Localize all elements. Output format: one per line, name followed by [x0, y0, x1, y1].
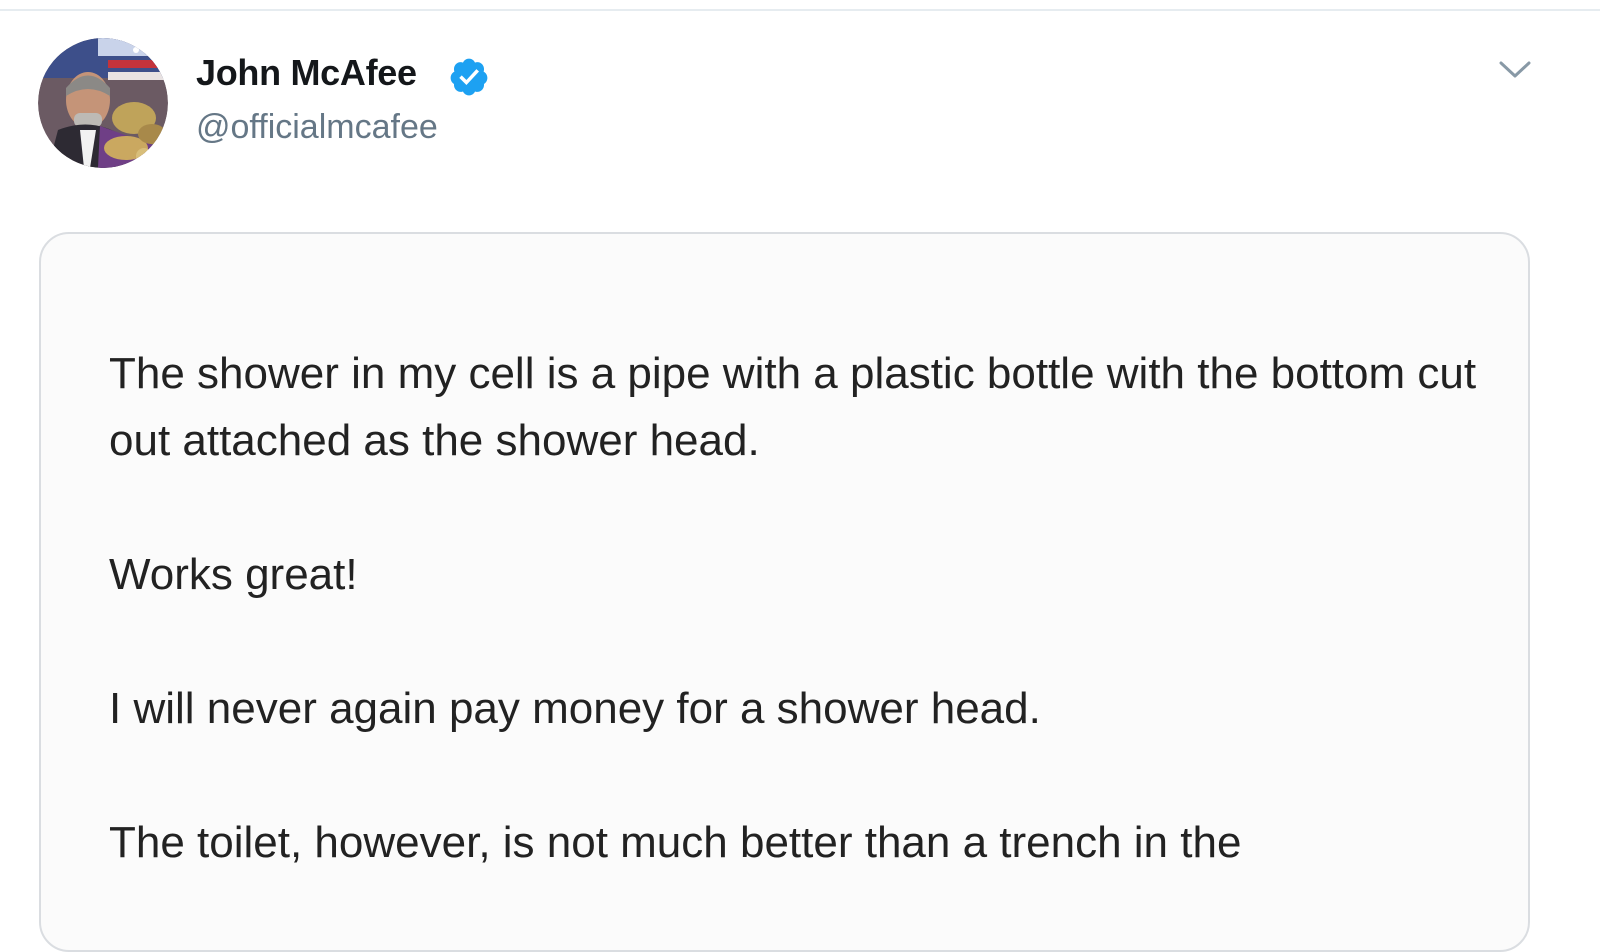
avatar-image — [38, 38, 168, 168]
card-text: The shower in my cell is a pipe with a p… — [109, 340, 1489, 943]
card-paragraph: The shower in my cell is a pipe with a p… — [109, 349, 1477, 465]
card-paragraph: The toilet, however, is not much better … — [109, 818, 1242, 867]
author-handle[interactable]: @officialmcafee — [196, 108, 438, 147]
text-card: The shower in my cell is a pipe with a p… — [39, 232, 1530, 952]
chevron-down-icon[interactable] — [1495, 55, 1535, 85]
avatar[interactable] — [38, 38, 168, 168]
author-name[interactable]: John McAfee — [196, 52, 417, 94]
card-paragraph: Works great! — [109, 550, 358, 599]
verified-badge-icon — [450, 58, 488, 96]
top-divider — [0, 9, 1600, 11]
card-paragraph: I will never again pay money for a showe… — [109, 684, 1041, 733]
